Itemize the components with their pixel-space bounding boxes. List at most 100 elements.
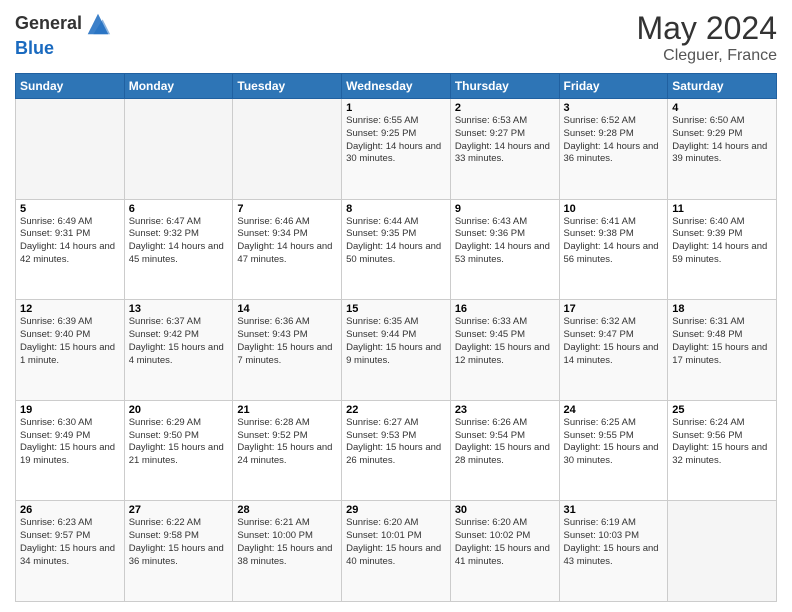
day-cell: 23Sunrise: 6:26 AMSunset: 9:54 PMDayligh… [450,400,559,501]
day-info: Sunrise: 6:55 AMSunset: 9:25 PMDaylight:… [346,115,446,166]
day-cell: 26Sunrise: 6:23 AMSunset: 9:57 PMDayligh… [16,501,125,602]
day-cell: 13Sunrise: 6:37 AMSunset: 9:42 PMDayligh… [124,300,233,401]
day-info: Sunrise: 6:30 AMSunset: 9:49 PMDaylight:… [20,417,120,468]
day-cell: 11Sunrise: 6:40 AMSunset: 9:39 PMDayligh… [668,199,777,300]
day-info: Sunrise: 6:37 AMSunset: 9:42 PMDaylight:… [129,316,229,367]
day-number: 17 [564,303,664,315]
day-number: 24 [564,404,664,416]
week-row-2: 12Sunrise: 6:39 AMSunset: 9:40 PMDayligh… [16,300,777,401]
day-info: Sunrise: 6:49 AMSunset: 9:31 PMDaylight:… [20,216,120,267]
day-info: Sunrise: 6:29 AMSunset: 9:50 PMDaylight:… [129,417,229,468]
day-number: 13 [129,303,229,315]
day-cell [16,99,125,200]
day-info: Sunrise: 6:31 AMSunset: 9:48 PMDaylight:… [672,316,772,367]
day-cell: 3Sunrise: 6:52 AMSunset: 9:28 PMDaylight… [559,99,668,200]
day-cell: 22Sunrise: 6:27 AMSunset: 9:53 PMDayligh… [342,400,451,501]
day-number: 31 [564,504,664,516]
day-info: Sunrise: 6:28 AMSunset: 9:52 PMDaylight:… [237,417,337,468]
day-number: 8 [346,203,446,215]
day-info: Sunrise: 6:39 AMSunset: 9:40 PMDaylight:… [20,316,120,367]
day-cell: 27Sunrise: 6:22 AMSunset: 9:58 PMDayligh… [124,501,233,602]
weekday-row: SundayMondayTuesdayWednesdayThursdayFrid… [16,74,777,99]
day-cell: 24Sunrise: 6:25 AMSunset: 9:55 PMDayligh… [559,400,668,501]
day-cell: 2Sunrise: 6:53 AMSunset: 9:27 PMDaylight… [450,99,559,200]
day-cell: 18Sunrise: 6:31 AMSunset: 9:48 PMDayligh… [668,300,777,401]
day-number: 12 [20,303,120,315]
day-number: 15 [346,303,446,315]
weekday-header-wednesday: Wednesday [342,74,451,99]
day-info: Sunrise: 6:25 AMSunset: 9:55 PMDaylight:… [564,417,664,468]
day-cell: 5Sunrise: 6:49 AMSunset: 9:31 PMDaylight… [16,199,125,300]
location-title: Cleguer, France [636,47,777,65]
day-cell: 29Sunrise: 6:20 AMSunset: 10:01 PMDaylig… [342,501,451,602]
calendar-table: SundayMondayTuesdayWednesdayThursdayFrid… [15,73,777,602]
day-number: 30 [455,504,555,516]
day-info: Sunrise: 6:47 AMSunset: 9:32 PMDaylight:… [129,216,229,267]
day-info: Sunrise: 6:52 AMSunset: 9:28 PMDaylight:… [564,115,664,166]
weekday-header-sunday: Sunday [16,74,125,99]
day-cell: 14Sunrise: 6:36 AMSunset: 9:43 PMDayligh… [233,300,342,401]
day-cell: 19Sunrise: 6:30 AMSunset: 9:49 PMDayligh… [16,400,125,501]
day-number: 19 [20,404,120,416]
day-info: Sunrise: 6:33 AMSunset: 9:45 PMDaylight:… [455,316,555,367]
header: General Blue May 2024 Cleguer, France [15,10,777,65]
day-number: 22 [346,404,446,416]
page: General Blue May 2024 Cleguer, France Su… [0,0,792,612]
day-number: 2 [455,102,555,114]
day-cell: 6Sunrise: 6:47 AMSunset: 9:32 PMDaylight… [124,199,233,300]
logo-icon [84,10,112,38]
day-info: Sunrise: 6:41 AMSunset: 9:38 PMDaylight:… [564,216,664,267]
weekday-header-monday: Monday [124,74,233,99]
day-info: Sunrise: 6:20 AMSunset: 10:02 PMDaylight… [455,517,555,568]
day-number: 27 [129,504,229,516]
weekday-header-saturday: Saturday [668,74,777,99]
weekday-header-tuesday: Tuesday [233,74,342,99]
logo-general: General [15,13,82,33]
day-number: 16 [455,303,555,315]
day-cell: 10Sunrise: 6:41 AMSunset: 9:38 PMDayligh… [559,199,668,300]
day-number: 14 [237,303,337,315]
day-cell: 7Sunrise: 6:46 AMSunset: 9:34 PMDaylight… [233,199,342,300]
day-cell: 21Sunrise: 6:28 AMSunset: 9:52 PMDayligh… [233,400,342,501]
day-info: Sunrise: 6:22 AMSunset: 9:58 PMDaylight:… [129,517,229,568]
day-info: Sunrise: 6:27 AMSunset: 9:53 PMDaylight:… [346,417,446,468]
week-row-0: 1Sunrise: 6:55 AMSunset: 9:25 PMDaylight… [16,99,777,200]
day-cell: 1Sunrise: 6:55 AMSunset: 9:25 PMDaylight… [342,99,451,200]
day-cell: 15Sunrise: 6:35 AMSunset: 9:44 PMDayligh… [342,300,451,401]
day-info: Sunrise: 6:20 AMSunset: 10:01 PMDaylight… [346,517,446,568]
day-cell: 28Sunrise: 6:21 AMSunset: 10:00 PMDaylig… [233,501,342,602]
day-number: 4 [672,102,772,114]
day-cell [668,501,777,602]
day-number: 1 [346,102,446,114]
day-cell: 12Sunrise: 6:39 AMSunset: 9:40 PMDayligh… [16,300,125,401]
day-info: Sunrise: 6:24 AMSunset: 9:56 PMDaylight:… [672,417,772,468]
day-info: Sunrise: 6:19 AMSunset: 10:03 PMDaylight… [564,517,664,568]
day-cell: 8Sunrise: 6:44 AMSunset: 9:35 PMDaylight… [342,199,451,300]
day-number: 29 [346,504,446,516]
day-number: 21 [237,404,337,416]
day-info: Sunrise: 6:46 AMSunset: 9:34 PMDaylight:… [237,216,337,267]
day-info: Sunrise: 6:35 AMSunset: 9:44 PMDaylight:… [346,316,446,367]
week-row-3: 19Sunrise: 6:30 AMSunset: 9:49 PMDayligh… [16,400,777,501]
day-cell: 16Sunrise: 6:33 AMSunset: 9:45 PMDayligh… [450,300,559,401]
day-number: 5 [20,203,120,215]
calendar-body: 1Sunrise: 6:55 AMSunset: 9:25 PMDaylight… [16,99,777,602]
day-info: Sunrise: 6:40 AMSunset: 9:39 PMDaylight:… [672,216,772,267]
day-number: 18 [672,303,772,315]
day-number: 20 [129,404,229,416]
day-info: Sunrise: 6:53 AMSunset: 9:27 PMDaylight:… [455,115,555,166]
day-info: Sunrise: 6:36 AMSunset: 9:43 PMDaylight:… [237,316,337,367]
logo-text: General [15,13,82,35]
day-info: Sunrise: 6:23 AMSunset: 9:57 PMDaylight:… [20,517,120,568]
day-info: Sunrise: 6:44 AMSunset: 9:35 PMDaylight:… [346,216,446,267]
day-number: 23 [455,404,555,416]
calendar-header: SundayMondayTuesdayWednesdayThursdayFrid… [16,74,777,99]
day-cell: 4Sunrise: 6:50 AMSunset: 9:29 PMDaylight… [668,99,777,200]
day-cell: 30Sunrise: 6:20 AMSunset: 10:02 PMDaylig… [450,501,559,602]
weekday-header-friday: Friday [559,74,668,99]
logo-blue-text: Blue [15,38,54,60]
day-cell: 9Sunrise: 6:43 AMSunset: 9:36 PMDaylight… [450,199,559,300]
day-info: Sunrise: 6:32 AMSunset: 9:47 PMDaylight:… [564,316,664,367]
day-number: 25 [672,404,772,416]
day-number: 28 [237,504,337,516]
